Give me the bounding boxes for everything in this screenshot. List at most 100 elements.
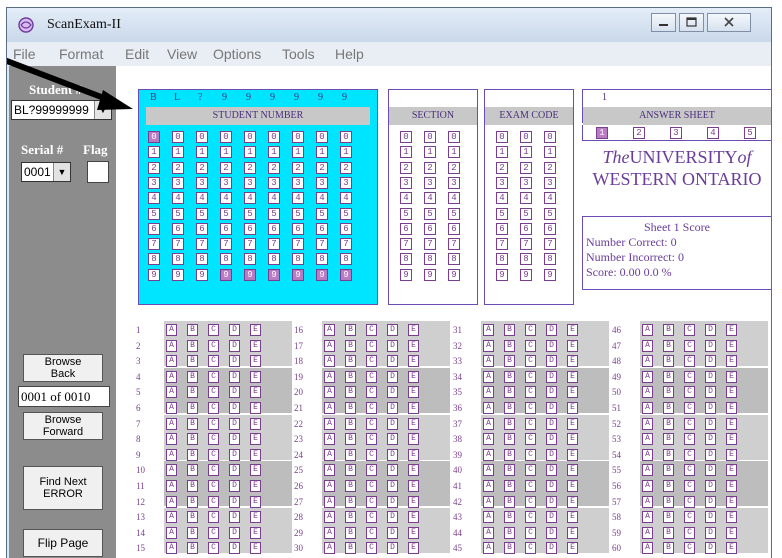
answer-bubble[interactable]: C [684, 511, 695, 524]
answer-bubble[interactable]: A [642, 495, 653, 508]
answer-bubble[interactable]: A [166, 324, 177, 336]
answer-bubble[interactable]: A [483, 339, 494, 352]
student-bubble[interactable]: 8 [172, 253, 184, 266]
answer-bubble[interactable]: A [166, 464, 177, 477]
student-bubble[interactable]: 5 [148, 207, 160, 220]
student-bubble[interactable]: 4 [316, 192, 328, 205]
answer-bubble[interactable]: E [726, 480, 737, 492]
student-bubble[interactable]: 4 [244, 192, 256, 205]
answer-bubble[interactable]: E [726, 324, 737, 336]
answer-bubble[interactable]: D [546, 526, 557, 539]
answer-bubble[interactable]: A [324, 355, 335, 368]
answer-bubble[interactable]: E [408, 495, 419, 508]
answer-bubble[interactable]: A [166, 480, 177, 492]
answer-bubble[interactable]: A [483, 464, 494, 477]
student-bubble[interactable]: 1 [172, 146, 184, 159]
answer-bubble[interactable]: B [187, 324, 198, 336]
answer-bubble[interactable]: A [642, 417, 653, 430]
answer-bubble[interactable]: E [250, 526, 261, 539]
answer-bubble[interactable]: A [324, 542, 335, 555]
exam-code-bubble[interactable]: 7 [496, 238, 508, 251]
answer-bubble[interactable]: A [483, 417, 494, 430]
answer-bubble[interactable]: D [387, 417, 398, 430]
answer-bubble[interactable]: D [705, 417, 716, 430]
student-bubble[interactable]: 0 [172, 131, 184, 143]
answer-bubble[interactable]: C [366, 448, 377, 461]
answer-bubble[interactable]: C [208, 339, 219, 352]
section-bubble[interactable]: 7 [424, 238, 436, 251]
answer-bubble[interactable]: A [324, 495, 335, 508]
student-bubble[interactable]: 7 [340, 238, 352, 251]
answer-bubble[interactable]: B [187, 339, 198, 352]
answer-bubble[interactable]: B [345, 542, 356, 555]
answer-bubble[interactable]: B [187, 433, 198, 446]
student-bubble[interactable]: 8 [148, 253, 160, 266]
answer-bubble[interactable]: C [208, 526, 219, 539]
student-bubble[interactable]: 2 [220, 161, 232, 174]
answer-bubble[interactable]: A [166, 433, 177, 446]
chevron-down-icon[interactable]: ▼ [53, 163, 70, 181]
answer-bubble[interactable]: E [567, 370, 578, 383]
section-bubble[interactable]: 7 [400, 238, 412, 251]
section-bubble[interactable]: 3 [424, 176, 436, 189]
answer-bubble[interactable]: C [366, 417, 377, 430]
exam-code-bubble[interactable]: 9 [496, 268, 508, 281]
answer-bubble[interactable]: B [663, 402, 674, 414]
answer-bubble[interactable]: E [408, 448, 419, 461]
answer-bubble[interactable]: C [208, 448, 219, 461]
section-bubble[interactable]: 0 [400, 131, 412, 143]
answer-bubble[interactable]: D [705, 370, 716, 383]
answer-bubble[interactable]: D [387, 448, 398, 461]
answer-bubble[interactable]: C [208, 542, 219, 555]
answer-bubble[interactable]: E [726, 402, 737, 414]
student-bubble[interactable]: 0 [268, 131, 280, 143]
student-bubble[interactable]: 7 [172, 238, 184, 251]
student-bubble[interactable]: 6 [340, 222, 352, 235]
answer-bubble[interactable]: A [324, 511, 335, 524]
answer-bubble[interactable]: C [684, 355, 695, 368]
answer-bubble[interactable]: A [642, 526, 653, 539]
section-bubble[interactable]: 4 [400, 192, 412, 205]
student-bubble[interactable]: 2 [292, 161, 304, 174]
student-bubble[interactable]: 2 [268, 161, 280, 174]
answer-bubble[interactable]: C [525, 417, 536, 430]
answer-bubble[interactable]: B [345, 448, 356, 461]
find-next-error-button[interactable]: Find Next ERROR [23, 466, 103, 510]
answer-bubble[interactable]: E [408, 339, 419, 352]
student-bubble[interactable]: 3 [292, 176, 304, 189]
answer-bubble[interactable]: E [567, 324, 578, 336]
answer-bubble[interactable]: D [229, 386, 240, 399]
answer-bubble[interactable]: B [504, 402, 515, 414]
student-bubble[interactable]: 4 [292, 192, 304, 205]
student-bubble[interactable]: 7 [220, 238, 232, 251]
section-bubble[interactable]: 2 [400, 161, 412, 174]
answer-bubble[interactable]: A [642, 480, 653, 492]
student-bubble[interactable]: 0 [196, 131, 208, 143]
exam-code-bubble[interactable]: 5 [544, 207, 556, 220]
answer-bubble[interactable]: B [187, 480, 198, 492]
answer-bubble[interactable]: A [483, 526, 494, 539]
exam-code-bubble[interactable]: 6 [520, 222, 532, 235]
answer-bubble[interactable]: C [525, 386, 536, 399]
student-bubble[interactable]: 3 [316, 176, 328, 189]
answer-bubble[interactable]: E [250, 417, 261, 430]
section-bubble[interactable]: 5 [424, 207, 436, 220]
exam-code-bubble[interactable]: 6 [544, 222, 556, 235]
answer-bubble[interactable]: C [684, 526, 695, 539]
answer-bubble[interactable]: D [705, 542, 716, 555]
student-bubble[interactable]: 5 [292, 207, 304, 220]
menu-view[interactable]: View [167, 46, 197, 62]
answer-bubble[interactable]: C [684, 542, 695, 555]
answer-bubble[interactable]: C [684, 402, 695, 414]
answer-bubble[interactable]: D [387, 324, 398, 336]
answer-bubble[interactable]: C [366, 464, 377, 477]
answer-bubble[interactable]: E [567, 402, 578, 414]
answer-bubble[interactable]: B [504, 511, 515, 524]
answer-bubble[interactable]: C [684, 464, 695, 477]
exam-code-bubble[interactable]: 7 [520, 238, 532, 251]
answer-bubble[interactable]: A [483, 433, 494, 446]
student-bubble[interactable]: 5 [268, 207, 280, 220]
minimize-button[interactable] [651, 13, 676, 32]
answer-bubble[interactable]: D [229, 511, 240, 524]
answer-bubble[interactable]: B [663, 542, 674, 555]
